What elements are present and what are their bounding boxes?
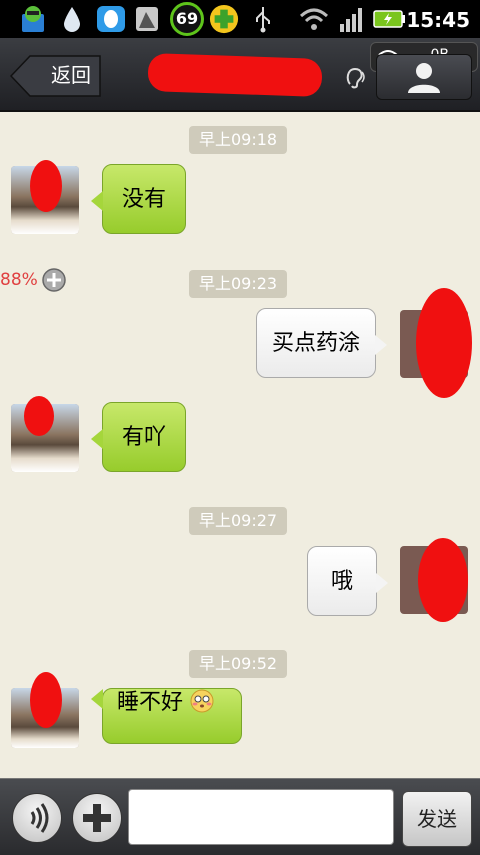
timestamp-badge: 早上09:52 [189,650,288,678]
timestamp-badge: 早上09:23 [189,270,288,298]
redaction-mark [24,396,54,436]
wallpaper-icon [136,7,158,31]
ear-icon [346,67,365,89]
redaction-mark [416,288,472,398]
zoom-percent: 88% [0,270,38,290]
title-bar: 返回 0B [0,38,480,112]
message-bubble[interactable]: 有吖 [91,402,186,472]
plus-icon [83,804,111,832]
message-text: 哦 [330,569,353,594]
battery-charging-icon [373,10,405,28]
redaction-mark [418,538,468,622]
message-bubble[interactable]: 没有 [91,164,186,234]
message-text: 睡不好 [117,690,184,715]
message-text: 买点药涂 [271,331,360,356]
clock-time: 15:45 [406,8,470,32]
timestamp-badge: 早上09:27 [189,507,288,535]
send-button[interactable]: 发送 [402,791,472,847]
app-icon [22,6,44,32]
battery-badge-value: 69 [175,9,199,28]
redaction-mark [30,160,62,212]
message-text: 有吖 [121,425,166,450]
message-bubble[interactable]: 睡不好 [91,688,242,744]
voice-icon [30,803,49,833]
message-text: 没有 [121,187,166,212]
signal-icon [340,8,362,32]
contact-profile-button[interactable] [376,54,472,100]
qq-icon [97,6,125,32]
redacted-contact-name [147,52,323,98]
water-drop-icon [64,7,80,32]
back-label: 返回 [51,63,91,87]
more-options-button[interactable] [72,793,122,843]
timestamp-badge: 早上09:18 [189,126,288,154]
status-bar: 69 15:45 [0,0,480,38]
input-bar: 发送 [0,778,480,855]
plus-cross-icon [209,4,239,34]
message-bubble[interactable]: 哦 [307,546,388,616]
voice-input-button[interactable] [12,793,62,843]
back-button[interactable]: 返回 [10,55,101,97]
wifi-icon [299,8,329,30]
usb-icon [256,7,270,33]
message-input[interactable] [128,789,394,845]
flushed-face-emoji [190,689,214,713]
contact-profile-icon [408,63,440,93]
battery-badge-icon: 69 [170,2,204,36]
message-bubble[interactable]: 买点药涂 [256,308,387,378]
redaction-mark [30,672,62,728]
zoom-in-icon[interactable] [42,268,66,292]
